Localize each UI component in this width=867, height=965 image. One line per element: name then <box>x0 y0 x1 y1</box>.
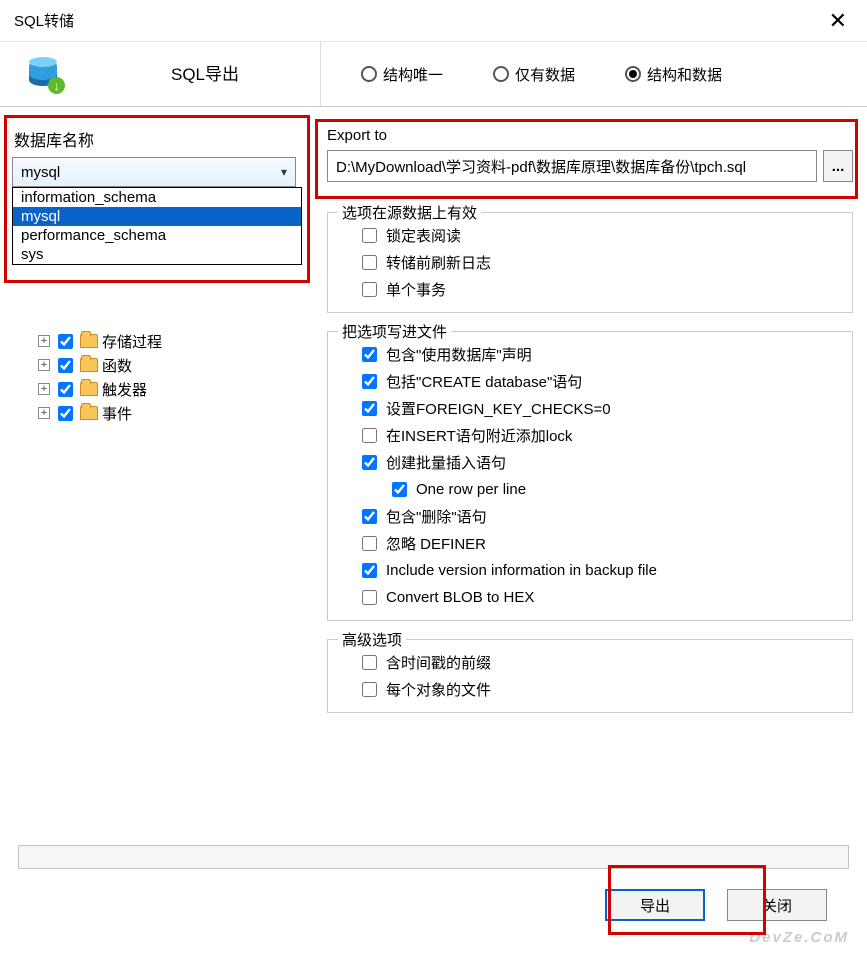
tree-node[interactable]: + 触发器 <box>14 377 313 401</box>
db-name-dropdown: information_schema mysql performance_sch… <box>12 187 302 265</box>
option-label: Convert BLOB to HEX <box>386 589 534 606</box>
window-title: SQL转储 <box>14 10 74 31</box>
radio-structure-only[interactable]: 结构唯一 <box>361 64 443 85</box>
option-label: 每个对象的文件 <box>386 679 491 700</box>
expand-icon[interactable]: + <box>38 359 50 371</box>
option-label: 设置FOREIGN_KEY_CHECKS=0 <box>386 398 611 419</box>
option-label: Include version information in backup fi… <box>386 562 657 579</box>
checkbox-fk-checks[interactable] <box>362 401 377 416</box>
option-label: 包含"删除"语句 <box>386 506 487 527</box>
db-option[interactable]: sys <box>13 245 301 264</box>
folder-icon <box>80 406 98 420</box>
titlebar: SQL转储 ✕ <box>0 0 867 42</box>
checkbox-use-db[interactable] <box>362 347 377 362</box>
expand-icon[interactable]: + <box>38 335 50 347</box>
option-label: One row per line <box>416 481 526 498</box>
options-advanced-group: 高级选项 含时间戳的前缀 每个对象的文件 <box>327 639 853 713</box>
checkbox-create-db[interactable] <box>362 374 377 389</box>
radio-label: 结构唯一 <box>383 64 443 85</box>
tree-node[interactable]: + 函数 <box>14 353 313 377</box>
db-option[interactable]: performance_schema <box>13 226 301 245</box>
option-label: 单个事务 <box>386 279 446 300</box>
option-label: 转储前刷新日志 <box>386 252 491 273</box>
option-label: 包含"使用数据库"声明 <box>386 344 532 365</box>
export-mode-radio-group: 结构唯一 仅有数据 结构和数据 <box>320 42 867 106</box>
db-option[interactable]: mysql <box>13 207 301 226</box>
option-label: 包括"CREATE database"语句 <box>386 371 582 392</box>
checkbox-include-version[interactable] <box>362 563 377 578</box>
radio-data-only[interactable]: 仅有数据 <box>493 64 575 85</box>
tree-node[interactable]: + 事件 <box>14 401 313 425</box>
checkbox-lock-insert[interactable] <box>362 428 377 443</box>
tree-node[interactable]: + 存储过程 <box>14 329 313 353</box>
chevron-down-icon: ▾ <box>281 165 287 179</box>
tree-checkbox[interactable] <box>58 382 73 397</box>
option-label: 锁定表阅读 <box>386 225 461 246</box>
progress-bar <box>18 845 849 869</box>
close-icon[interactable]: ✕ <box>823 8 853 34</box>
tab-sql-export[interactable]: SQL导出 <box>157 52 253 96</box>
group-legend: 高级选项 <box>338 629 406 650</box>
watermark: DevZe.CoM <box>749 917 849 949</box>
export-path-input[interactable] <box>327 150 817 182</box>
db-option[interactable]: information_schema <box>13 188 301 207</box>
tree-label: 函数 <box>102 355 132 376</box>
tree-label: 触发器 <box>102 379 147 400</box>
expand-icon[interactable]: + <box>38 407 50 419</box>
db-name-label: 数据库名称 <box>14 127 313 151</box>
option-label: 在INSERT语句附近添加lock <box>386 425 572 446</box>
export-to-label: Export to <box>327 127 859 144</box>
checkbox-blob-to-hex[interactable] <box>362 590 377 605</box>
radio-label: 仅有数据 <box>515 64 575 85</box>
tree-checkbox[interactable] <box>58 358 73 373</box>
checkbox-timestamp-prefix[interactable] <box>362 655 377 670</box>
folder-icon <box>80 382 98 396</box>
radio-label: 结构和数据 <box>647 64 722 85</box>
db-name-combo[interactable]: mysql ▾ <box>12 157 296 187</box>
toolbar: SQL导出 结构唯一 仅有数据 结构和数据 <box>0 42 867 107</box>
option-label: 创建批量插入语句 <box>386 452 506 473</box>
group-legend: 把选项写进文件 <box>338 321 451 342</box>
checkbox-lock-tables[interactable] <box>362 228 377 243</box>
checkbox-bulk-insert[interactable] <box>362 455 377 470</box>
options-file-group: 把选项写进文件 包含"使用数据库"声明 包括"CREATE database"语… <box>327 331 853 621</box>
export-icon <box>0 56 90 92</box>
group-legend: 选项在源数据上有效 <box>338 202 481 223</box>
checkbox-one-row-per-line[interactable] <box>392 482 407 497</box>
radio-structure-and-data[interactable]: 结构和数据 <box>625 64 722 85</box>
checkbox-ignore-definer[interactable] <box>362 536 377 551</box>
browse-button[interactable]: ... <box>823 150 853 182</box>
tree-checkbox[interactable] <box>58 334 73 349</box>
export-button[interactable]: 导出 <box>605 889 705 921</box>
folder-icon <box>80 334 98 348</box>
checkbox-include-drop[interactable] <box>362 509 377 524</box>
tree-label: 事件 <box>102 403 132 424</box>
tree-label: 存储过程 <box>102 331 162 352</box>
checkbox-flush-logs[interactable] <box>362 255 377 270</box>
db-name-value: mysql <box>21 164 60 181</box>
object-tree: + 存储过程 + 函数 + 触发器 + 事件 <box>8 329 313 425</box>
checkbox-file-per-object[interactable] <box>362 682 377 697</box>
option-label: 含时间戳的前缀 <box>386 652 491 673</box>
options-source-group: 选项在源数据上有效 锁定表阅读 转储前刷新日志 单个事务 <box>327 212 853 313</box>
expand-icon[interactable]: + <box>38 383 50 395</box>
tree-checkbox[interactable] <box>58 406 73 421</box>
option-label: 忽略 DEFINER <box>386 533 486 554</box>
folder-icon <box>80 358 98 372</box>
checkbox-single-tx[interactable] <box>362 282 377 297</box>
